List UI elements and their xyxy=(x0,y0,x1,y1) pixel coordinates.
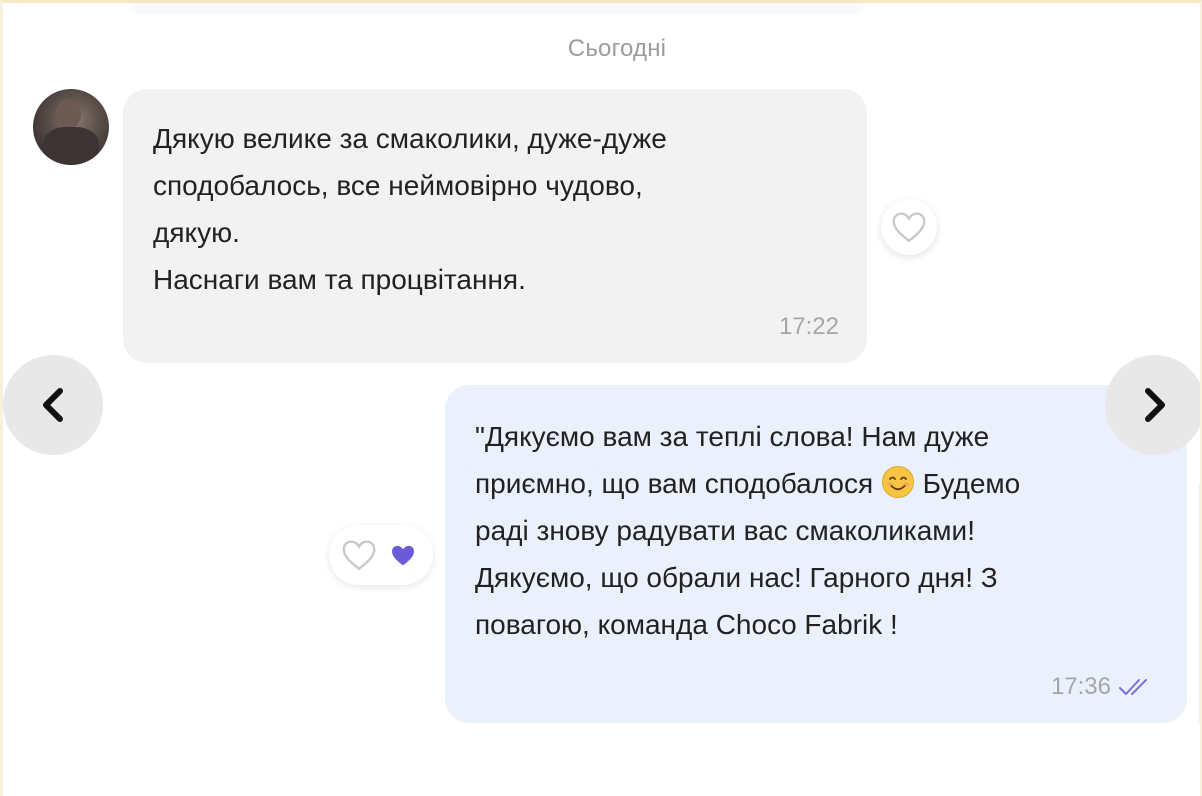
outgoing-message-time: 17:36 xyxy=(1050,673,1111,700)
heart-filled-icon xyxy=(392,545,414,565)
message-reactions[interactable] xyxy=(329,525,433,585)
outgoing-message-text: "Дякуємо вам за теплі слова! Нам дуже пр… xyxy=(475,413,1157,648)
previous-message-edge xyxy=(133,3,863,11)
chevron-left-icon xyxy=(43,388,63,422)
next-button[interactable] xyxy=(1105,355,1200,455)
smiling-face-icon xyxy=(881,466,914,498)
reaction-heart[interactable] xyxy=(385,537,421,573)
heart-outline-icon xyxy=(342,540,376,571)
like-button[interactable] xyxy=(881,199,937,255)
incoming-message-text: Дякую велике за смаколики, дуже-дуже спо… xyxy=(153,123,667,295)
chevron-right-icon xyxy=(1145,388,1165,422)
outgoing-message-bubble[interactable]: "Дякуємо вам за теплі слова! Нам дуже пр… xyxy=(445,385,1187,723)
chat-window: Сьогодні Дякую велике за смаколики, дуже… xyxy=(0,0,1202,796)
incoming-message-bubble[interactable]: Дякую велике за смаколики, дуже-дуже спо… xyxy=(123,89,867,363)
double-check-icon xyxy=(1119,679,1147,695)
avatar[interactable] xyxy=(33,89,109,165)
heart-outline-icon xyxy=(892,212,926,243)
previous-button[interactable] xyxy=(3,355,103,455)
like-button[interactable] xyxy=(337,533,381,577)
date-separator: Сьогодні xyxy=(567,35,667,62)
incoming-message-time: 17:22 xyxy=(778,313,839,340)
